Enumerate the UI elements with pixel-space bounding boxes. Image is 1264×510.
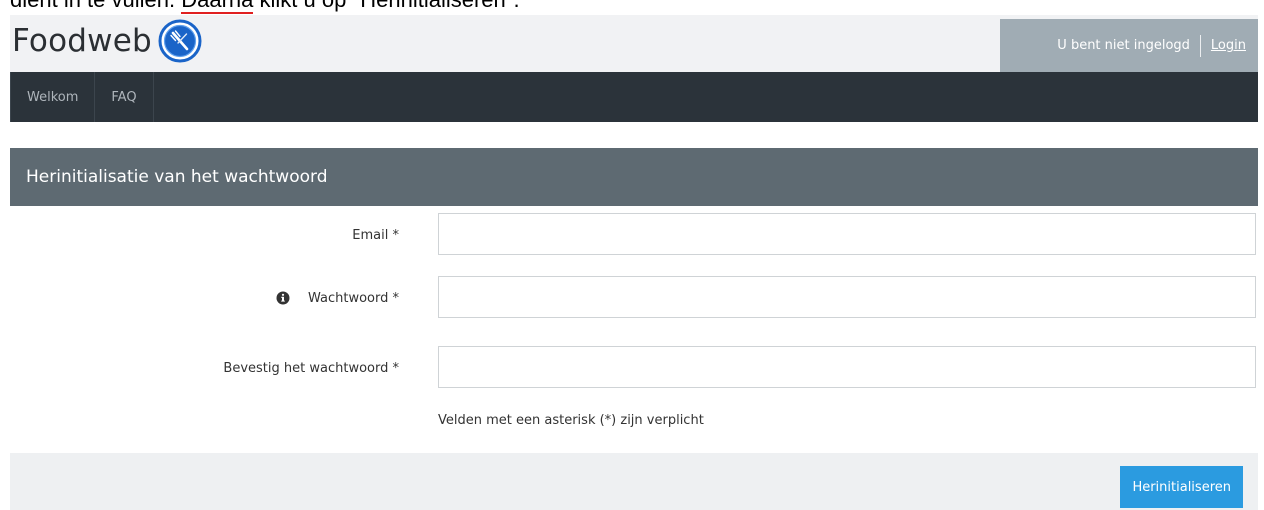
- fork-knife-icon: [158, 19, 202, 63]
- required-fields-note: Velden met een asterisk (*) zijn verplic…: [438, 413, 704, 428]
- logo[interactable]: Foodweb: [12, 17, 202, 65]
- nav-item-welkom[interactable]: Welkom: [10, 72, 96, 122]
- reset-password-button[interactable]: Herinitialiseren: [1120, 466, 1243, 508]
- password-label: Wachtwoord *: [276, 276, 399, 320]
- confirm-password-label: Bevestig het wachtwoord *: [223, 346, 399, 390]
- email-field[interactable]: [438, 213, 1256, 255]
- password-field[interactable]: [438, 276, 1256, 318]
- divider: [1199, 34, 1201, 57]
- password-label-text: Wachtwoord *: [307, 290, 399, 306]
- user-status-box: U bent niet ingelogd Login: [1000, 19, 1258, 72]
- login-link[interactable]: Login: [1201, 38, 1258, 53]
- form-row-confirm-password: Bevestig het wachtwoord *: [10, 346, 1258, 390]
- confirm-password-label-text: Bevestig het wachtwoord *: [223, 360, 399, 376]
- login-status: U bent niet ingelogd: [1057, 38, 1190, 53]
- instruction-text-before: dient in te vullen.: [10, 0, 181, 12]
- form-row-email: Email *: [10, 213, 1258, 257]
- email-label: Email *: [352, 213, 399, 257]
- email-label-text: Email *: [352, 227, 399, 243]
- site-header: Foodweb U bent niet ingelogd Login: [10, 15, 1258, 72]
- form-actions-bar: Herinitialiseren: [10, 453, 1258, 510]
- form-row-password: Wachtwoord *: [10, 276, 1258, 320]
- page-title: Herinitialisatie van het wachtwoord: [26, 167, 328, 187]
- confirm-password-field[interactable]: [438, 346, 1256, 388]
- instruction-text-fragment: dient in te vullen. Daarna klikt u op "H…: [10, 0, 520, 15]
- main-nav: Welkom FAQ: [10, 72, 1258, 122]
- nav-item-faq[interactable]: FAQ: [95, 72, 154, 122]
- panel-header: Herinitialisatie van het wachtwoord: [10, 148, 1258, 206]
- instruction-text-underlined: Daarna: [181, 0, 254, 14]
- info-icon[interactable]: [276, 291, 290, 305]
- instruction-text-after: klikt u op "Herinitialiseren".: [253, 0, 520, 12]
- brand-name: Foodweb: [12, 23, 152, 59]
